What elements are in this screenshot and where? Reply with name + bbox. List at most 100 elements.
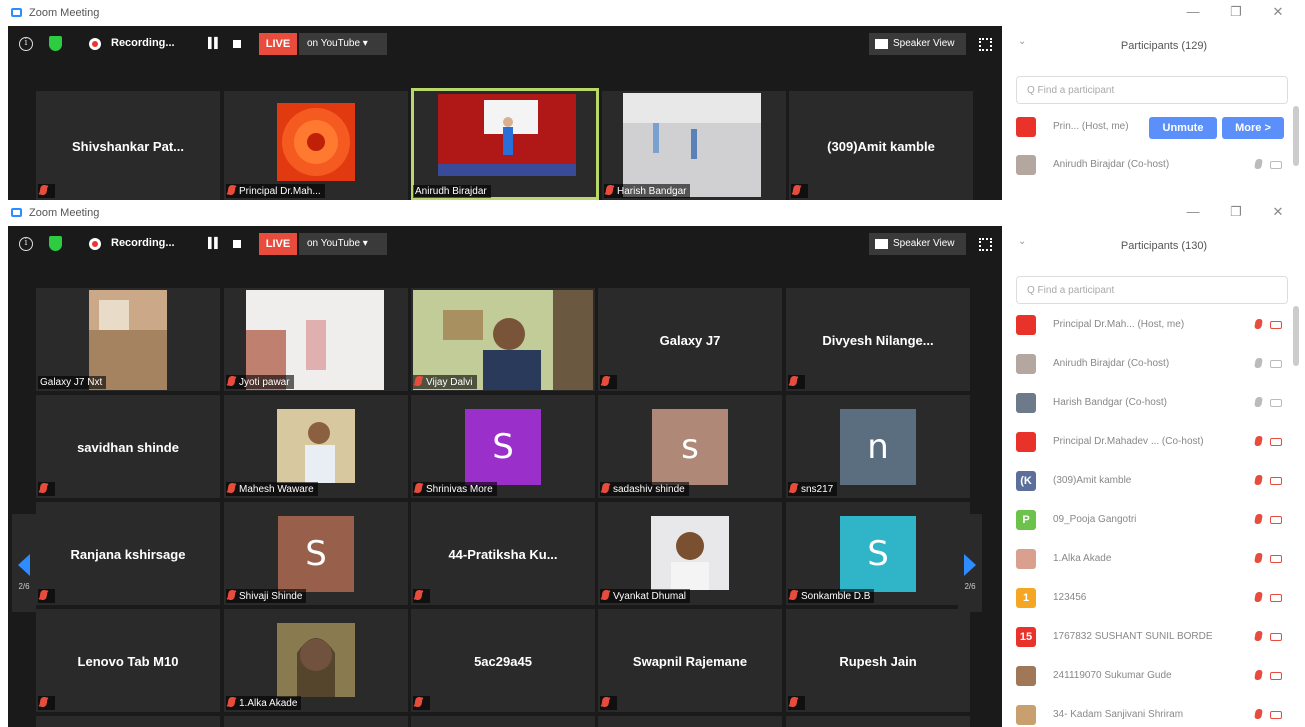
participant-row[interactable]: Harish Bandgar (Co-host) xyxy=(1016,390,1288,416)
chevron-down-icon[interactable]: ⌄ xyxy=(1018,36,1026,47)
video-tile[interactable]: Divyesh Nilange... xyxy=(786,288,970,391)
participant-row[interactable]: 241119070 Sukumar Gude xyxy=(1016,663,1288,689)
video-tile-active-speaker[interactable]: Anirudh Birajdar xyxy=(411,88,599,200)
video-tile[interactable]: Jyoti pawar xyxy=(224,288,408,391)
restore-icon[interactable]: ❐ xyxy=(1226,204,1246,220)
restore-icon[interactable]: ❐ xyxy=(1226,4,1246,20)
video-tile[interactable]: Ranjana kshirsage xyxy=(36,502,220,605)
camera-icon[interactable] xyxy=(1270,161,1282,169)
encryption-shield-icon[interactable] xyxy=(49,36,62,51)
fullscreen-icon[interactable] xyxy=(979,238,992,251)
stop-recording-icon[interactable] xyxy=(233,240,241,248)
scrollbar[interactable] xyxy=(1293,306,1299,366)
camera-off-icon[interactable] xyxy=(1270,555,1282,563)
video-tile[interactable]: Harish Bandgar xyxy=(602,91,786,200)
camera-off-icon[interactable] xyxy=(1270,711,1282,719)
minimize-icon[interactable]: — xyxy=(1183,204,1203,219)
speaker-view-button[interactable]: Speaker View xyxy=(869,233,966,255)
mic-muted-icon[interactable] xyxy=(1254,514,1263,524)
video-tile[interactable]: Galaxy J7 Nxt xyxy=(36,288,220,391)
mic-icon[interactable] xyxy=(1254,159,1263,169)
video-tile[interactable]: S Shivaji Shinde xyxy=(224,502,408,605)
scrollbar[interactable] xyxy=(1293,106,1299,166)
video-tile[interactable]: savidhan shinde xyxy=(36,395,220,498)
participant-row[interactable]: Principal Dr.Mah... (Host, me) xyxy=(1016,312,1288,338)
video-tile[interactable]: (309)Amit kamble xyxy=(789,91,973,200)
video-tile[interactable]: s sadashiv shinde xyxy=(598,395,782,498)
info-icon[interactable]: i xyxy=(19,237,33,251)
video-tile[interactable]: Swapnil Rajemane xyxy=(598,609,782,712)
video-tile[interactable]: Rupesh Jain xyxy=(786,609,970,712)
participant-row[interactable]: (K (309)Amit kamble xyxy=(1016,468,1288,494)
camera-off-icon[interactable] xyxy=(1270,477,1282,485)
mic-muted-icon[interactable] xyxy=(1254,553,1263,563)
previous-page-button[interactable]: 2/6 xyxy=(12,514,36,612)
unmute-button[interactable]: Unmute xyxy=(1149,117,1217,139)
info-icon[interactable]: i xyxy=(19,37,33,51)
mic-muted-icon xyxy=(39,590,48,600)
camera-off-icon[interactable] xyxy=(1270,594,1282,602)
video-tile[interactable] xyxy=(36,716,220,727)
mic-muted-icon[interactable] xyxy=(1254,436,1263,446)
participant-row[interactable]: Anirudh Birajdar (Co-host) xyxy=(1016,152,1288,178)
video-tile[interactable] xyxy=(224,716,408,727)
pause-recording-icon[interactable]: ▌▌ xyxy=(208,238,221,249)
video-tile[interactable]: S Shrinivas More xyxy=(411,395,595,498)
video-tile[interactable]: n sns217 xyxy=(786,395,970,498)
stop-recording-icon[interactable] xyxy=(233,40,241,48)
mic-muted-icon xyxy=(789,590,798,600)
video-tile[interactable]: S Sonkamble D.B xyxy=(786,502,970,605)
participant-avatar xyxy=(1016,393,1036,413)
speaker-view-button[interactable]: Speaker View xyxy=(869,33,966,55)
minimize-icon[interactable]: — xyxy=(1183,4,1203,19)
mic-muted-tag xyxy=(38,589,55,603)
video-tile[interactable]: Mahesh Waware xyxy=(224,395,408,498)
camera-off-icon[interactable] xyxy=(1270,633,1282,641)
mic-muted-icon[interactable] xyxy=(1254,358,1263,368)
camera-off-icon[interactable] xyxy=(1270,321,1282,329)
video-tile[interactable] xyxy=(411,716,595,727)
mic-muted-icon[interactable] xyxy=(1254,319,1263,329)
participant-row[interactable]: 1 123456 xyxy=(1016,585,1288,611)
video-tile[interactable]: Galaxy J7 xyxy=(598,288,782,391)
youtube-dropdown[interactable]: on YouTube ▾ xyxy=(299,233,387,255)
participant-row[interactable]: P 09_Pooja Gangotri xyxy=(1016,507,1288,533)
participant-row[interactable]: 15 1767832 SUSHANT SUNIL BORDE xyxy=(1016,624,1288,650)
video-tile[interactable]: Vyankat Dhumal xyxy=(598,502,782,605)
camera-off-icon[interactable] xyxy=(1270,399,1282,407)
mic-muted-icon[interactable] xyxy=(1254,592,1263,602)
fullscreen-icon[interactable] xyxy=(979,38,992,51)
youtube-dropdown[interactable]: on YouTube ▾ xyxy=(299,33,387,55)
next-page-button[interactable]: 2/6 xyxy=(958,514,982,612)
video-tile[interactable]: 5ac29a45 xyxy=(411,609,595,712)
participant-row[interactable]: Anirudh Birajdar (Co-host) xyxy=(1016,351,1288,377)
more-button[interactable]: More > xyxy=(1222,117,1284,139)
pause-recording-icon[interactable]: ▌▌ xyxy=(208,38,221,49)
video-tile[interactable]: Principal Dr.Mah... xyxy=(224,91,408,200)
video-tile[interactable]: Lenovo Tab M10 xyxy=(36,609,220,712)
camera-off-icon[interactable] xyxy=(1270,438,1282,446)
mic-muted-icon[interactable] xyxy=(1254,397,1263,407)
video-tile[interactable] xyxy=(786,716,970,727)
video-tile[interactable]: 1.Alka Akade xyxy=(224,609,408,712)
chevron-down-icon[interactable]: ⌄ xyxy=(1018,236,1026,247)
video-tile[interactable] xyxy=(598,716,782,727)
participant-search-input[interactable]: Q Find a participant xyxy=(1016,76,1288,104)
participant-row[interactable]: 34- Kadam Sanjivani Shriram xyxy=(1016,702,1288,727)
camera-off-icon[interactable] xyxy=(1270,516,1282,524)
participant-search-input[interactable]: Q Find a participant xyxy=(1016,276,1288,304)
camera-off-icon[interactable] xyxy=(1270,360,1282,368)
mic-muted-icon[interactable] xyxy=(1254,709,1263,719)
mic-muted-icon[interactable] xyxy=(1254,670,1263,680)
close-icon[interactable]: ✕ xyxy=(1268,4,1288,20)
video-tile[interactable]: 44-Pratiksha Ku... xyxy=(411,502,595,605)
close-icon[interactable]: ✕ xyxy=(1268,204,1288,220)
video-tile[interactable]: Shivshankar Pat... xyxy=(36,91,220,200)
video-tile[interactable]: Vijay Dalvi xyxy=(411,288,595,391)
mic-muted-icon[interactable] xyxy=(1254,631,1263,641)
mic-muted-icon[interactable] xyxy=(1254,475,1263,485)
participant-row[interactable]: 1.Alka Akade xyxy=(1016,546,1288,572)
encryption-shield-icon[interactable] xyxy=(49,236,62,251)
participant-row[interactable]: Principal Dr.Mahadev ... (Co-host) xyxy=(1016,429,1288,455)
camera-off-icon[interactable] xyxy=(1270,672,1282,680)
